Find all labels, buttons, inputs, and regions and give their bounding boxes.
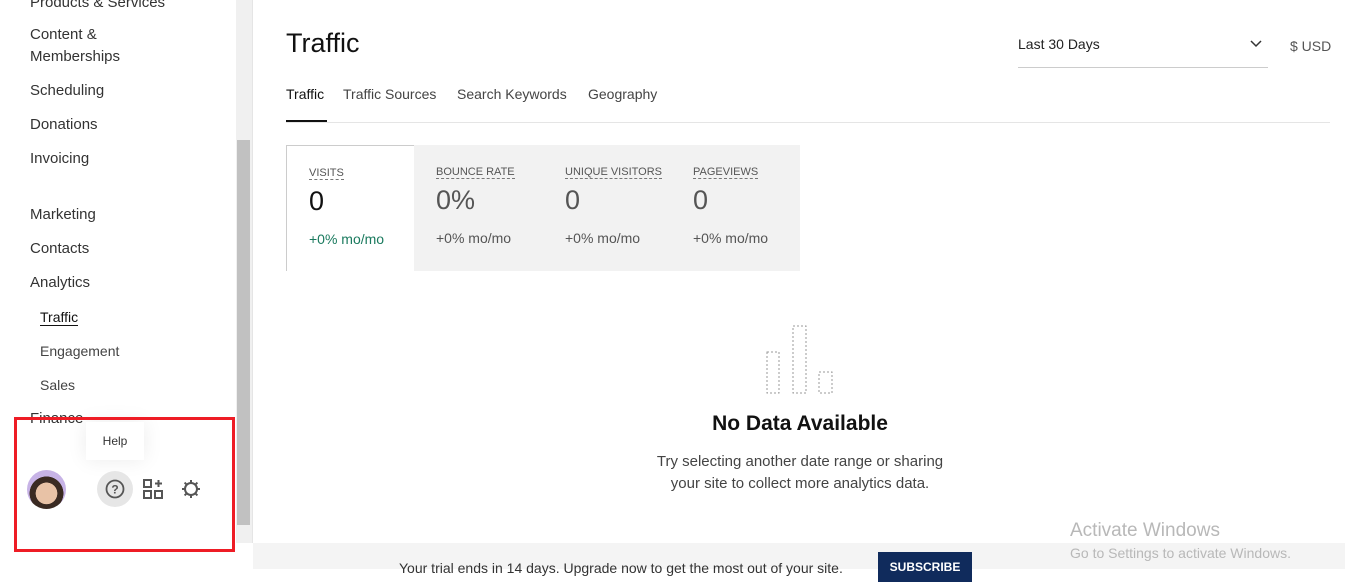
sidebar-item-marketing[interactable]: Marketing (30, 204, 96, 226)
chevron-down-icon (1250, 40, 1262, 48)
card-change: +0% mo/mo (565, 230, 641, 246)
subscribe-button[interactable]: SUBSCRIBE (878, 552, 972, 582)
tab-search-keywords[interactable]: Search Keywords (457, 86, 567, 122)
empty-line2: your site to collect more analytics data… (670, 475, 930, 492)
card-pageviews[interactable]: PAGEVIEWS 0 +0% mo/mo (671, 145, 799, 271)
sidebar-item-invoicing[interactable]: Invoicing (30, 148, 89, 170)
sidebar-subitem-traffic[interactable]: Traffic (40, 309, 79, 326)
tabs: Traffic Traffic Sources Search Keywords … (286, 86, 1330, 123)
sidebar-subitem-engagement[interactable]: Engagement (40, 343, 119, 359)
sidebar-item-content[interactable]: Content & Memberships (30, 24, 170, 68)
tab-geography[interactable]: Geography (588, 86, 657, 122)
date-range-value: Last 30 Days (1018, 36, 1100, 52)
card-label: UNIQUE VISITORS (565, 166, 662, 179)
watermark-title: Activate Windows (1070, 520, 1220, 541)
watermark-subtitle: Go to Settings to activate Windows. (1070, 545, 1291, 561)
card-visits[interactable]: VISITS 0 +0% mo/mo (286, 145, 414, 271)
sidebar-item-products[interactable]: Products & Services (30, 0, 165, 14)
date-range-select[interactable]: Last 30 Days (1018, 36, 1268, 68)
currency[interactable]: $ USD (1290, 38, 1331, 54)
card-value: 0 (693, 185, 709, 215)
empty-line1: Try selecting another date range or shar… (656, 453, 944, 470)
card-label: PAGEVIEWS (693, 166, 759, 179)
metric-cards: VISITS 0 +0% mo/mo BOUNCE RATE 0% +0% mo… (286, 145, 800, 271)
sidebar-item-analytics[interactable]: Analytics (30, 272, 90, 294)
card-change: +0% mo/mo (693, 230, 769, 246)
card-value: 0% (436, 185, 476, 215)
card-value: 0 (309, 186, 325, 216)
card-unique-visitors[interactable]: UNIQUE VISITORS 0 +0% mo/mo (543, 145, 671, 271)
card-bounce-rate[interactable]: BOUNCE RATE 0% +0% mo/mo (414, 145, 542, 271)
scrollbar-thumb[interactable] (237, 140, 250, 525)
sidebar-item-scheduling[interactable]: Scheduling (30, 80, 104, 102)
card-value: 0 (565, 185, 581, 215)
card-change: +0% mo/mo (436, 230, 512, 246)
page-title: Traffic (286, 28, 360, 58)
sidebar-item-contacts[interactable]: Contacts (30, 238, 89, 260)
empty-chart-icon (766, 325, 833, 394)
tab-traffic[interactable]: Traffic (286, 86, 327, 122)
sidebar-item-donations[interactable]: Donations (30, 114, 98, 136)
divider (252, 0, 253, 543)
card-change: +0% mo/mo (309, 231, 385, 247)
empty-title: No Data Available (712, 412, 888, 435)
card-label: BOUNCE RATE (436, 166, 515, 179)
trial-text: Your trial ends in 14 days. Upgrade now … (399, 560, 843, 576)
tab-traffic-sources[interactable]: Traffic Sources (343, 86, 436, 122)
sidebar-scrollbar[interactable] (236, 0, 252, 543)
highlight-box (14, 417, 235, 552)
card-label: VISITS (309, 167, 344, 180)
sidebar-subitem-sales[interactable]: Sales (40, 377, 75, 393)
